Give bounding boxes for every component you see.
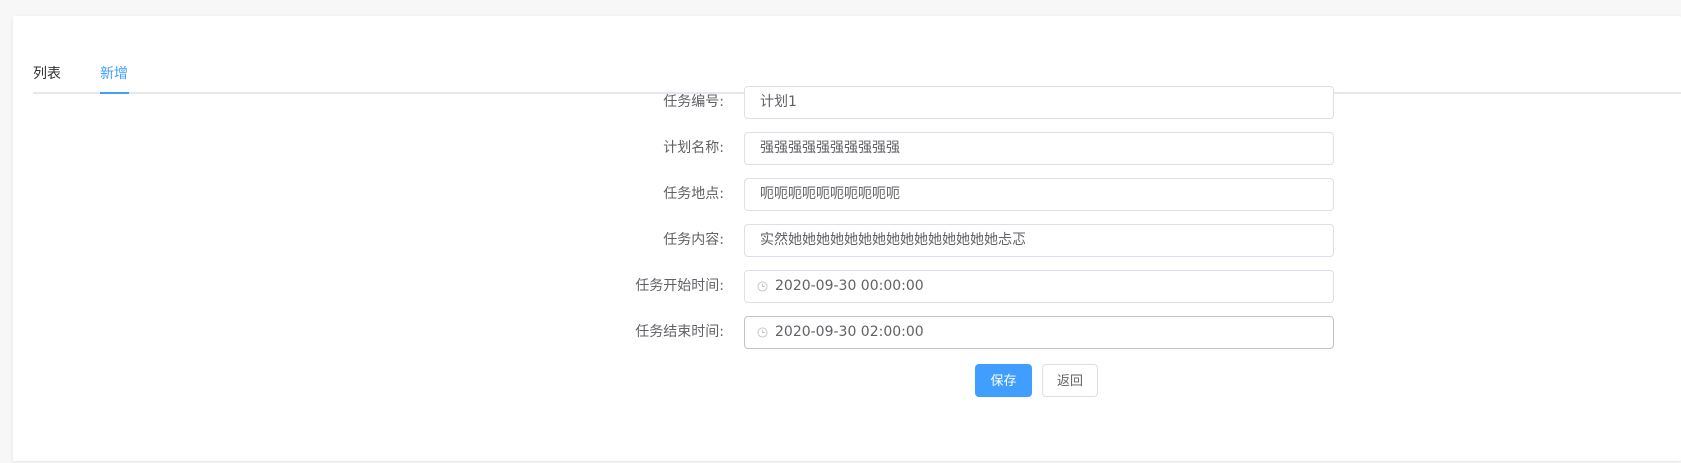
form-row-task-number: 任务编号: 计划1 — [13, 86, 1681, 119]
task-number-value: 计划1 — [760, 94, 797, 110]
clock-icon — [757, 281, 768, 292]
form-row-end-time: 任务结束时间: 2020-09-30 02:00:00 — [13, 316, 1681, 349]
plan-name-value: 强强强强强强强强强强 — [760, 140, 900, 156]
task-number-input[interactable]: 计划1 — [744, 86, 1334, 119]
main-card: 列表 新增 任务编号: 计划1 计划名称: 强强强强强强强强强强 任务地点: 呃… — [13, 16, 1681, 461]
task-content-value: 实然她她她她她她她她她她她她她她她忐忑 — [760, 232, 1026, 248]
task-number-label: 任务编号: — [663, 94, 724, 110]
end-time-value: 2020-09-30 02:00:00 — [775, 324, 924, 340]
plan-name-input[interactable]: 强强强强强强强强强强 — [744, 132, 1334, 165]
start-time-label: 任务开始时间: — [635, 278, 724, 294]
end-time-picker[interactable]: 2020-09-30 02:00:00 — [744, 316, 1334, 349]
end-time-label: 任务结束时间: — [635, 324, 724, 340]
start-time-picker[interactable]: 2020-09-30 00:00:00 — [744, 270, 1334, 303]
task-content-label: 任务内容: — [663, 232, 724, 248]
task-location-input[interactable]: 呃呃呃呃呃呃呃呃呃呃 — [744, 178, 1334, 211]
task-location-label: 任务地点: — [663, 186, 724, 202]
task-location-value: 呃呃呃呃呃呃呃呃呃呃 — [760, 186, 900, 202]
task-content-input[interactable]: 实然她她她她她她她她她她她她她她她忐忑 — [744, 224, 1334, 257]
form-row-plan-name: 计划名称: 强强强强强强强强强强 — [13, 132, 1681, 165]
start-time-value: 2020-09-30 00:00:00 — [775, 278, 924, 294]
save-button[interactable]: 保存 — [975, 364, 1032, 397]
tab-add[interactable]: 新增 — [100, 64, 128, 84]
clock-icon — [757, 327, 768, 338]
back-button[interactable]: 返回 — [1042, 364, 1098, 397]
form-row-start-time: 任务开始时间: 2020-09-30 00:00:00 — [13, 270, 1681, 303]
form-row-task-location: 任务地点: 呃呃呃呃呃呃呃呃呃呃 — [13, 178, 1681, 211]
form-row-task-content: 任务内容: 实然她她她她她她她她她她她她她她她忐忑 — [13, 224, 1681, 257]
tab-list[interactable]: 列表 — [33, 64, 61, 84]
form-actions: 保存 返回 — [13, 364, 1681, 397]
plan-name-label: 计划名称: — [663, 140, 724, 156]
